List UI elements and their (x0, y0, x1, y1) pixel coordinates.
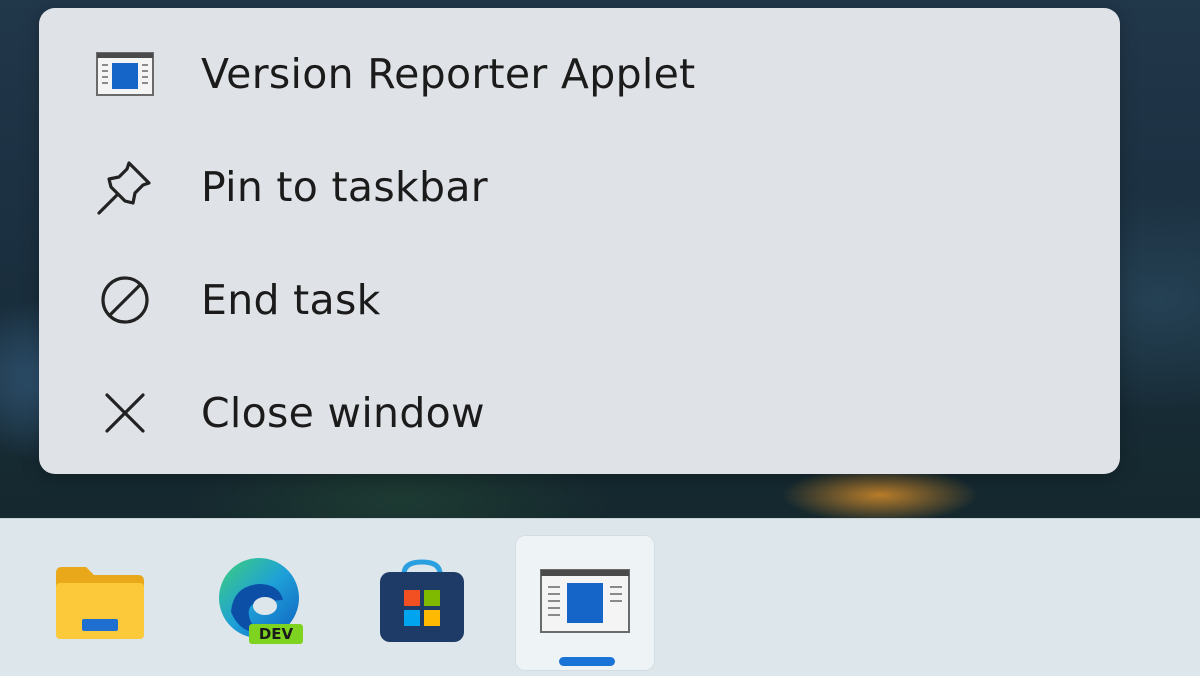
edge-dev-icon: DEV (213, 556, 307, 650)
prohibited-icon (95, 270, 155, 330)
store-icon (378, 558, 466, 648)
menu-item-label: Version Reporter Applet (201, 50, 696, 98)
menu-item-pin-to-taskbar[interactable]: Pin to taskbar (39, 131, 1120, 243)
menu-item-end-task[interactable]: End task (39, 244, 1120, 356)
menu-item-label: Close window (201, 389, 485, 437)
menu-item-close-window[interactable]: Close window (39, 357, 1120, 469)
folder-icon (54, 561, 146, 645)
svg-text:DEV: DEV (259, 625, 294, 643)
taskbar-context-menu: Version Reporter Applet Pin to taskbar E… (39, 8, 1120, 474)
menu-item-label: Pin to taskbar (201, 163, 488, 211)
menu-item-label: End task (201, 276, 381, 324)
app-window-icon (540, 569, 630, 637)
pin-icon (95, 157, 155, 217)
running-indicator (559, 657, 615, 666)
app-window-icon (95, 44, 155, 104)
close-icon (95, 383, 155, 443)
taskbar-app-store[interactable] (352, 535, 492, 671)
taskbar-app-file-explorer[interactable] (30, 535, 170, 671)
taskbar-app-version-reporter[interactable] (515, 535, 655, 671)
menu-item-app-name[interactable]: Version Reporter Applet (39, 18, 1120, 130)
taskbar-app-edge-dev[interactable]: DEV (190, 535, 330, 671)
taskbar: DEV (0, 518, 1200, 676)
